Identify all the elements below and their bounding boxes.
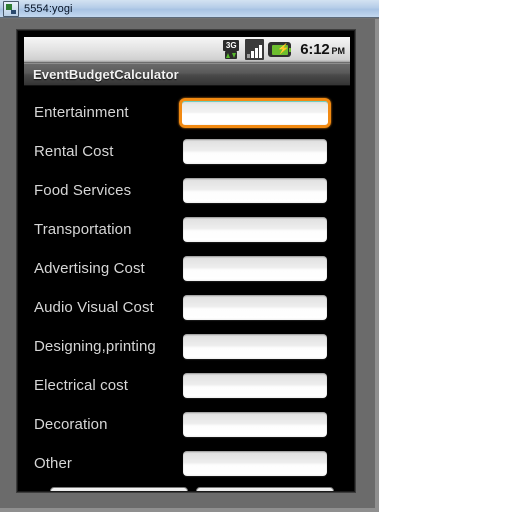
input-other[interactable] <box>183 451 327 476</box>
label-designing-printing: Designing,printing <box>34 338 156 355</box>
device-screen: 3G ⚡ 6:12 PM EventBudgetCalculator Enter… <box>17 30 355 492</box>
input-transportation[interactable] <box>183 217 327 242</box>
battery-charging-icon: ⚡ <box>268 42 292 57</box>
charging-bolt-icon: ⚡ <box>277 44 290 55</box>
label-entertainment: Entertainment <box>34 104 129 121</box>
status-clock: 6:12 PM <box>300 41 345 58</box>
label-food-services: Food Services <box>34 182 132 199</box>
app-title-text: EventBudgetCalculator <box>33 67 179 82</box>
status-clock-time: 6:12 <box>300 41 330 58</box>
label-other: Other <box>34 455 73 472</box>
label-electrical-cost: Electrical cost <box>34 377 129 394</box>
signal-bar-1 <box>247 54 251 58</box>
label-rental-cost: Rental Cost <box>34 143 114 160</box>
input-designing-printing[interactable] <box>183 334 327 359</box>
input-food-services[interactable] <box>183 178 327 203</box>
android-status-bar: 3G ⚡ 6:12 PM <box>24 37 350 63</box>
input-entertainment[interactable] <box>179 97 331 128</box>
app-title-bar: EventBudgetCalculator <box>24 63 350 86</box>
form-row-designing-printing: Designing,printing <box>24 327 350 366</box>
clear-button[interactable]: Clear <box>196 487 334 491</box>
window-titlebar[interactable]: 5554:yogi <box>0 0 379 18</box>
status-clock-ampm: PM <box>331 46 346 56</box>
form-row-rental-cost: Rental Cost <box>24 132 350 171</box>
input-advertising-cost[interactable] <box>183 256 327 281</box>
form-row-decoration: Decoration <box>24 405 350 444</box>
form-row-advertising-cost: Advertising Cost <box>24 249 350 288</box>
submit-button[interactable]: Submit <box>50 487 188 491</box>
data-transfer-arrows-icon <box>225 51 238 59</box>
signal-bars-icon <box>245 39 265 60</box>
form-row-electrical-cost: Electrical cost <box>24 366 350 405</box>
3g-icon: 3G <box>222 40 241 59</box>
chrome-right-edge <box>375 19 379 512</box>
label-audio-visual-cost: Audio Visual Cost <box>34 299 154 316</box>
window-title-text: 5554:yogi <box>24 2 73 15</box>
form-button-bar: Submit Clear <box>24 487 350 491</box>
signal-bar-3 <box>255 48 259 58</box>
emulator-window-icon <box>3 0 19 17</box>
label-transportation: Transportation <box>34 221 132 238</box>
budget-form: Entertainment Rental Cost Food Services … <box>24 87 350 491</box>
input-audio-visual-cost[interactable] <box>183 295 327 320</box>
form-row-audio-visual-cost: Audio Visual Cost <box>24 288 350 327</box>
form-row-transportation: Transportation <box>24 210 350 249</box>
signal-bar-4 <box>259 45 263 58</box>
status-icon-group: 3G ⚡ 6:12 PM <box>222 39 345 60</box>
form-row-other: Other <box>24 444 350 483</box>
signal-bar-2 <box>251 51 255 58</box>
form-row-entertainment: Entertainment <box>24 93 350 132</box>
chrome-bottom-edge <box>0 508 379 512</box>
input-decoration[interactable] <box>183 412 327 437</box>
input-rental-cost[interactable] <box>183 139 327 164</box>
label-decoration: Decoration <box>34 416 108 433</box>
3g-label: 3G <box>223 40 240 51</box>
emulator-window: 5554:yogi 3G ⚡ 6:12 PM EventBudgetCalcul… <box>0 0 379 512</box>
form-row-food-services: Food Services <box>24 171 350 210</box>
label-advertising-cost: Advertising Cost <box>34 260 145 277</box>
input-electrical-cost[interactable] <box>183 373 327 398</box>
screenshot-root: 5554:yogi 3G ⚡ 6:12 PM EventBudgetCalcul… <box>0 0 512 512</box>
